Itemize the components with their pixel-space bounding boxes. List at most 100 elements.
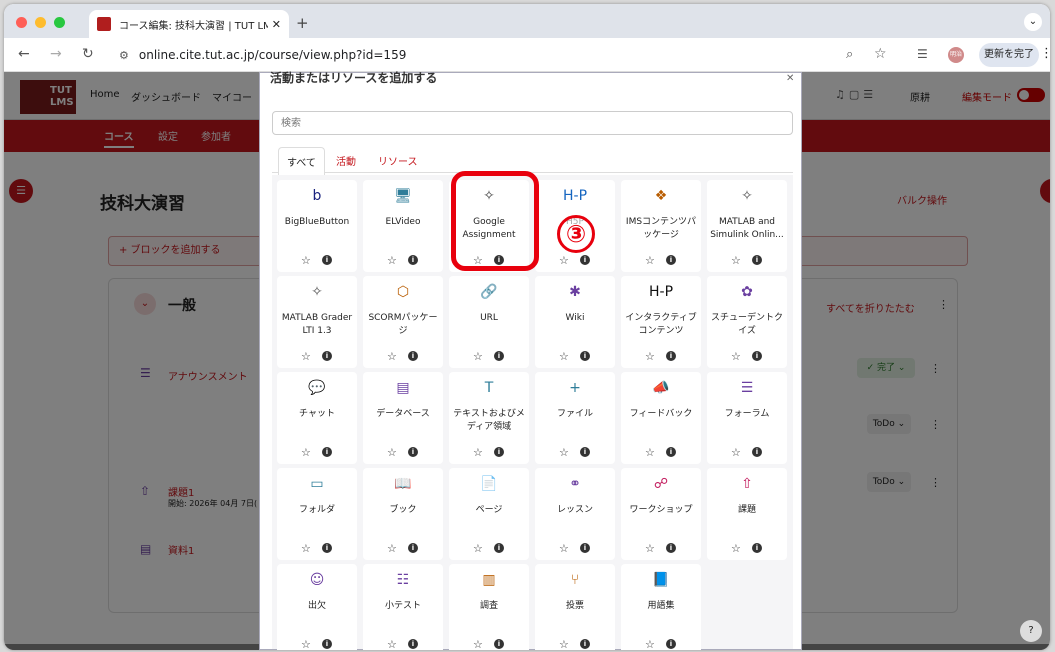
star-icon[interactable]: ☆	[301, 542, 311, 555]
module-card[interactable]: ✿ スチューデントクイズ ☆ i	[707, 276, 787, 368]
module-card[interactable]: b BigBlueButton ☆ i	[277, 180, 357, 272]
module-card[interactable]: 🔗 URL ☆ i	[449, 276, 529, 368]
tab-activities[interactable]: 活動	[336, 153, 356, 168]
search-input[interactable]	[272, 111, 793, 135]
star-icon[interactable]: ☆	[559, 350, 569, 363]
module-card[interactable]: ☍ ワークショップ ☆ i	[621, 468, 701, 560]
star-icon[interactable]: ☆	[731, 446, 741, 459]
module-card[interactable]: H-P インタラクティブコンテンツ ☆ i	[621, 276, 701, 368]
info-icon[interactable]: i	[494, 447, 504, 457]
star-icon[interactable]: ☆	[559, 542, 569, 555]
star-icon[interactable]: ☆	[731, 254, 741, 267]
close-icon[interactable]: ✕	[786, 73, 794, 84]
module-card[interactable]: 📖 ブック ☆ i	[363, 468, 443, 560]
reading-list-icon[interactable]: ☰	[917, 47, 928, 61]
info-icon[interactable]: i	[752, 255, 762, 265]
star-icon[interactable]: ☆	[387, 254, 397, 267]
module-card[interactable]: ✧ MATLAB and Simulink Onlin... ☆ i	[707, 180, 787, 272]
module-card[interactable]: ❖ IMSコンテンツパッケージ ☆ i	[621, 180, 701, 272]
module-card[interactable]: ▥ 調査 ☆ i	[449, 564, 529, 650]
module-card[interactable]: ⚭ レッスン ☆ i	[535, 468, 615, 560]
module-card[interactable]: T テキストおよびメディア領域 ☆ i	[449, 372, 529, 464]
module-card[interactable]: 📘 用語集 ☆ i	[621, 564, 701, 650]
info-icon[interactable]: i	[408, 543, 418, 553]
info-icon[interactable]: i	[408, 255, 418, 265]
info-icon[interactable]: i	[580, 255, 590, 265]
profile-avatar[interactable]: 明治	[948, 47, 964, 63]
info-icon[interactable]: i	[322, 351, 332, 361]
info-icon[interactable]: i	[408, 447, 418, 457]
module-card[interactable]: ⬡ SCORMパッケージ ☆ i	[363, 276, 443, 368]
update-button[interactable]: 更新を完了	[979, 43, 1039, 67]
module-card[interactable]: ☷ 小テスト ☆ i	[363, 564, 443, 650]
info-icon[interactable]: i	[580, 543, 590, 553]
module-card[interactable]: + ファイル ☆ i	[535, 372, 615, 464]
module-card[interactable]: 🖥 ELVideo ☆ i	[363, 180, 443, 272]
forward-icon[interactable]: →	[50, 46, 62, 62]
star-icon[interactable]: ☆	[731, 350, 741, 363]
new-tab-icon[interactable]: +	[296, 14, 309, 32]
module-card[interactable]: ✧ MATLAB Grader LTI 1.3 ☆ i	[277, 276, 357, 368]
tab-all[interactable]: すべて	[278, 147, 325, 176]
star-icon[interactable]: ☆	[559, 638, 569, 650]
module-card[interactable]: 💬 チャット ☆ i	[277, 372, 357, 464]
star-icon[interactable]: ☆	[473, 350, 483, 363]
star-icon[interactable]: ☆	[387, 542, 397, 555]
star-icon[interactable]: ☆	[301, 350, 311, 363]
info-icon[interactable]: i	[494, 639, 504, 649]
module-card[interactable]: ☰ フォーラム ☆ i	[707, 372, 787, 464]
help-button[interactable]: ?	[1020, 620, 1042, 642]
info-icon[interactable]: i	[580, 351, 590, 361]
info-icon[interactable]: i	[322, 639, 332, 649]
module-card[interactable]: ☺ 出欠 ☆ i	[277, 564, 357, 650]
star-icon[interactable]: ☆	[301, 638, 311, 650]
info-icon[interactable]: i	[752, 351, 762, 361]
info-icon[interactable]: i	[666, 351, 676, 361]
info-icon[interactable]: i	[666, 447, 676, 457]
minimize-window-button[interactable]	[35, 17, 46, 28]
back-icon[interactable]: ←	[18, 46, 30, 62]
star-icon[interactable]: ☆	[301, 254, 311, 267]
tab-list-icon[interactable]: ⌄	[1024, 13, 1042, 31]
url-field[interactable]: ⚙ online.cite.tut.ac.jp/course/view.php?…	[109, 43, 897, 67]
browser-menu-icon[interactable]: ⋮	[1040, 46, 1050, 61]
info-icon[interactable]: i	[494, 351, 504, 361]
module-card[interactable]: ⇧ 課題 ☆ i	[707, 468, 787, 560]
info-icon[interactable]: i	[408, 639, 418, 649]
module-card[interactable]: ⑂ 投票 ☆ i	[535, 564, 615, 650]
info-icon[interactable]: i	[752, 543, 762, 553]
module-card[interactable]: ▤ データベース ☆ i	[363, 372, 443, 464]
star-icon[interactable]: ☆	[645, 542, 655, 555]
star-icon[interactable]: ☆	[473, 542, 483, 555]
info-icon[interactable]: i	[494, 543, 504, 553]
star-icon[interactable]: ☆	[301, 446, 311, 459]
star-icon[interactable]: ☆	[387, 446, 397, 459]
module-card[interactable]: ▭ フォルダ ☆ i	[277, 468, 357, 560]
close-tab-icon[interactable]: ✕	[272, 18, 281, 31]
star-icon[interactable]: ☆	[645, 350, 655, 363]
maximize-window-button[interactable]	[54, 17, 65, 28]
site-info-icon[interactable]: ⚙	[119, 49, 129, 62]
star-icon[interactable]: ☆	[731, 542, 741, 555]
info-icon[interactable]: i	[666, 639, 676, 649]
info-icon[interactable]: i	[322, 543, 332, 553]
star-icon[interactable]: ☆	[387, 638, 397, 650]
module-card[interactable]: 📄 ページ ☆ i	[449, 468, 529, 560]
zoom-icon[interactable]: ⌕	[846, 47, 853, 62]
star-icon[interactable]: ☆	[473, 446, 483, 459]
star-icon[interactable]: ☆	[645, 446, 655, 459]
close-window-button[interactable]	[16, 17, 27, 28]
star-icon[interactable]: ☆	[473, 638, 483, 650]
reload-icon[interactable]: ↻	[82, 46, 94, 62]
info-icon[interactable]: i	[580, 639, 590, 649]
module-card[interactable]: ✱ Wiki ☆ i	[535, 276, 615, 368]
info-icon[interactable]: i	[580, 447, 590, 457]
star-icon[interactable]: ☆	[645, 638, 655, 650]
bookmark-star-icon[interactable]: ☆	[874, 46, 887, 62]
info-icon[interactable]: i	[666, 543, 676, 553]
star-icon[interactable]: ☆	[387, 350, 397, 363]
info-icon[interactable]: i	[666, 255, 676, 265]
browser-tab[interactable]: コース編集: 技科大演習 | TUT LM ✕	[89, 10, 289, 38]
star-icon[interactable]: ☆	[645, 254, 655, 267]
module-card[interactable]: 📣 フィードバック ☆ i	[621, 372, 701, 464]
